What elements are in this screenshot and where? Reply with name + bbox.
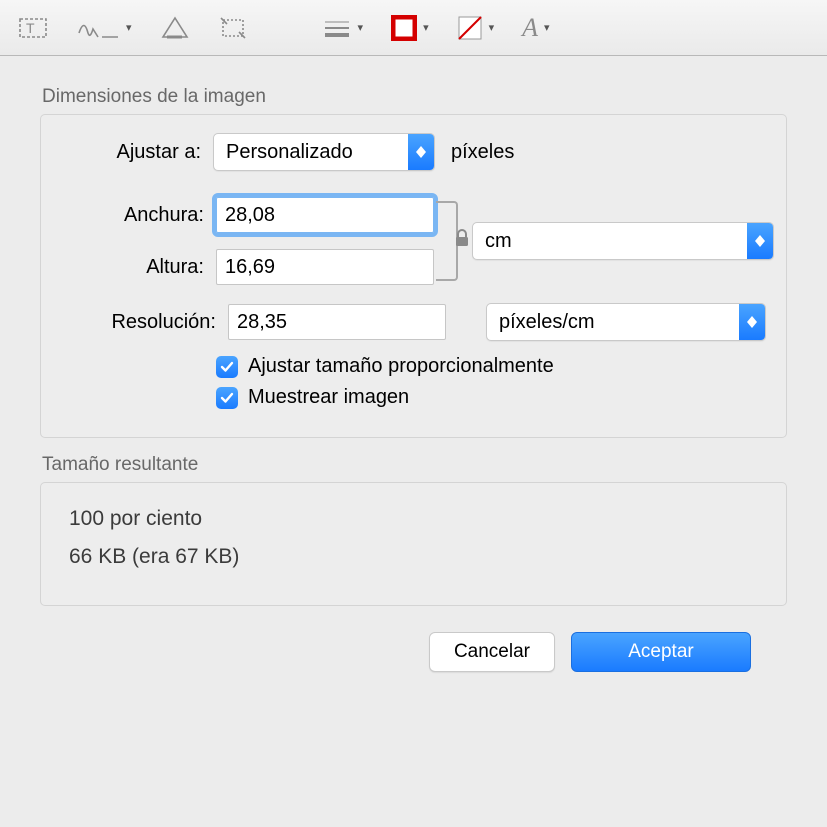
toolbar: T ▾ ▾ ▾ ▾ A ▾ [0,0,827,56]
fit-to-select[interactable]: Personalizado [213,133,435,171]
chevron-down-icon: ▾ [358,21,364,34]
result-section-title: Tamaño resultante [42,454,787,476]
chevron-down-icon: ▾ [489,21,495,34]
crop-tool[interactable] [218,12,248,44]
signature-tool[interactable]: ▾ [76,12,132,44]
cancel-button[interactable]: Cancelar [429,632,555,672]
size-unit-value: cm [473,230,747,253]
select-stepper-icon [747,223,773,259]
fit-to-label: Ajustar a: [61,141,213,164]
checkbox-checked-icon [216,387,238,409]
scale-proportionally-checkbox[interactable]: Ajustar tamaño proporcionalmente [216,355,766,378]
ok-button[interactable]: Aceptar [571,632,751,672]
resolution-unit-value: píxeles/cm [487,311,739,334]
size-unit-select[interactable]: cm [472,222,774,260]
fit-unit-label: píxeles [451,141,514,164]
svg-text:T: T [26,20,35,36]
resample-label: Muestrear imagen [248,386,409,409]
select-stepper-icon [739,304,765,340]
checkbox-checked-icon [216,356,238,378]
chevron-down-icon: ▾ [126,21,132,34]
shapes-tool[interactable] [160,12,190,44]
resolution-label: Resolución: [61,311,228,334]
resolution-input[interactable] [228,304,446,340]
resolution-unit-select[interactable]: píxeles/cm [486,303,766,341]
font-style-tool[interactable]: A ▾ [522,12,549,44]
border-color-tool[interactable]: ▾ [391,12,429,44]
dimensions-box: Ajustar a: Personalizado píxeles Anchura… [40,114,787,438]
chevron-down-icon: ▾ [544,21,550,34]
text-box-tool[interactable]: T [18,12,48,44]
lock-icon [454,229,470,253]
result-size: 66 KB (era 67 KB) [69,545,758,569]
width-label: Anchura: [61,204,216,227]
font-a-icon: A [522,13,538,43]
scale-proportionally-label: Ajustar tamaño proporcionalmente [248,355,554,378]
dimensions-section-title: Dimensiones de la imagen [42,86,787,108]
resample-checkbox[interactable]: Muestrear imagen [216,386,766,409]
fit-to-value: Personalizado [214,141,408,164]
dialog-footer: Cancelar Aceptar [40,622,787,682]
select-stepper-icon [408,134,434,170]
fill-color-tool[interactable]: ▾ [457,12,495,44]
line-style-tool[interactable]: ▾ [322,12,364,44]
chevron-down-icon: ▾ [423,21,429,34]
height-label: Altura: [61,256,216,279]
height-input[interactable] [216,249,434,285]
result-box: 100 por ciento 66 KB (era 67 KB) [40,482,787,606]
width-input[interactable] [216,197,434,233]
result-percent: 100 por ciento [69,507,758,531]
aspect-lock[interactable] [436,197,466,285]
